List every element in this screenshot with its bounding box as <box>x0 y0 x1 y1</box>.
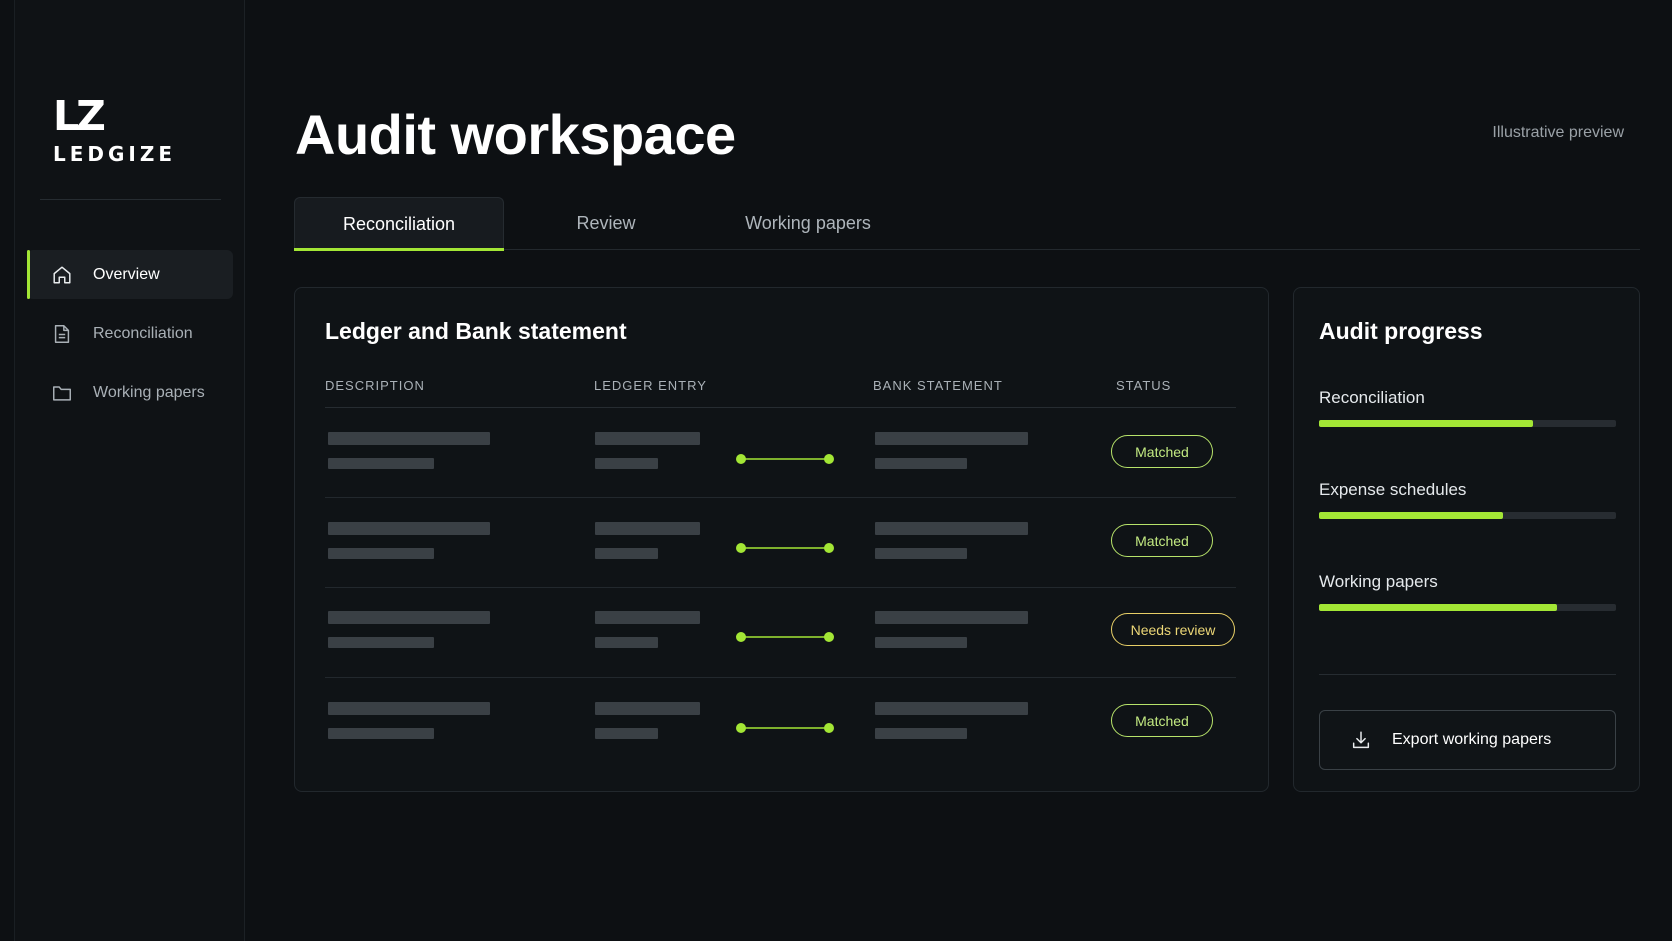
bank-statement-placeholder <box>875 548 967 559</box>
table-row[interactable]: Needs review <box>325 588 1236 678</box>
sidebar-nav: Overview Reconciliation Working papers <box>27 250 233 427</box>
match-link-icon <box>735 541 835 553</box>
progress-fill <box>1319 512 1504 519</box>
status-badge[interactable]: Needs review <box>1111 613 1235 646</box>
description-placeholder <box>328 432 490 445</box>
match-link-icon <box>735 452 835 464</box>
sidebar-item-overview[interactable]: Overview <box>27 250 233 299</box>
tab-review[interactable]: Review <box>504 197 708 250</box>
column-header-ledger-entry: LEDGER ENTRY <box>594 378 707 393</box>
ledger-entry-placeholder <box>595 637 658 648</box>
bank-statement-placeholder <box>875 522 1028 535</box>
match-link-icon <box>735 721 835 733</box>
bank-statement-placeholder <box>875 702 1028 715</box>
description-placeholder <box>328 611 490 624</box>
tab-working-papers[interactable]: Working papers <box>708 197 908 250</box>
logo-wordmark: LEDGIZE <box>53 142 177 166</box>
progress-fill <box>1319 420 1533 427</box>
sidebar-item-reconciliation[interactable]: Reconciliation <box>27 309 233 358</box>
ledger-entry-placeholder <box>595 522 700 535</box>
home-icon <box>51 264 73 286</box>
logo-mark: LZ <box>53 92 106 140</box>
audit-progress-card: Audit progress Reconciliation Expense sc… <box>1293 287 1640 792</box>
description-placeholder <box>328 458 434 469</box>
sidebar-item-label: Reconciliation <box>93 324 193 342</box>
column-header-status: STATUS <box>1116 378 1172 393</box>
bank-statement-placeholder <box>875 637 967 648</box>
progress-label: Working papers <box>1319 572 1438 591</box>
ledger-card: Ledger and Bank statement DESCRIPTION LE… <box>294 287 1269 792</box>
bank-statement-placeholder <box>875 458 967 469</box>
progress-divider <box>1319 674 1616 675</box>
progress-fill <box>1319 604 1557 611</box>
export-button-label: Export working papers <box>1392 731 1552 748</box>
description-placeholder <box>328 637 434 648</box>
progress-track <box>1319 604 1616 611</box>
description-placeholder <box>328 728 434 739</box>
ledger-entry-placeholder <box>595 728 658 739</box>
progress-track <box>1319 512 1616 519</box>
tab-bar: Reconciliation Review Working papers <box>294 197 1640 251</box>
logo: LZ LEDGIZE <box>53 92 177 166</box>
progress-label: Reconciliation <box>1319 388 1425 407</box>
ledger-entry-placeholder <box>595 548 658 559</box>
ledger-entry-placeholder <box>595 611 700 624</box>
sidebar-item-label: Working papers <box>93 383 205 401</box>
table-row[interactable]: Matched <box>325 408 1236 498</box>
ledger-entry-placeholder <box>595 702 700 715</box>
description-placeholder <box>328 702 490 715</box>
table-row[interactable]: Matched <box>325 678 1236 768</box>
table-row[interactable]: Matched <box>325 498 1236 588</box>
sidebar: LZ LEDGIZE Overview Reconciliation Worki… <box>14 0 245 941</box>
progress-item-reconciliation: Reconciliation <box>1319 388 1616 427</box>
status-badge[interactable]: Matched <box>1111 524 1213 557</box>
column-header-bank-statement: BANK STATEMENT <box>873 378 1003 393</box>
sidebar-item-working-papers[interactable]: Working papers <box>27 368 233 417</box>
audit-progress-title: Audit progress <box>1319 318 1483 344</box>
preview-note: Illustrative preview <box>1492 124 1624 141</box>
progress-label: Expense schedules <box>1319 480 1467 499</box>
ledger-card-title: Ledger and Bank statement <box>325 318 627 344</box>
download-icon <box>1350 729 1372 751</box>
progress-item-working-papers: Working papers <box>1319 572 1616 611</box>
bank-statement-placeholder <box>875 728 967 739</box>
description-placeholder <box>328 522 490 535</box>
tab-reconciliation[interactable]: Reconciliation <box>294 197 504 251</box>
sidebar-divider <box>40 199 221 200</box>
match-link-icon <box>735 630 835 642</box>
progress-track <box>1319 420 1616 427</box>
column-header-description: DESCRIPTION <box>325 378 425 393</box>
description-placeholder <box>328 548 434 559</box>
sidebar-item-label: Overview <box>93 265 160 283</box>
status-badge[interactable]: Matched <box>1111 435 1213 468</box>
bank-statement-placeholder <box>875 611 1028 624</box>
page-title: Audit workspace <box>295 103 736 166</box>
app-window: LZ LEDGIZE Overview Reconciliation Worki… <box>0 0 1672 941</box>
ledger-entry-placeholder <box>595 432 700 445</box>
bank-statement-placeholder <box>875 432 1028 445</box>
export-working-papers-button[interactable]: Export working papers <box>1319 710 1616 770</box>
document-icon <box>51 323 73 345</box>
folder-icon <box>51 382 73 404</box>
ledger-entry-placeholder <box>595 458 658 469</box>
progress-item-expense-schedules: Expense schedules <box>1319 480 1616 519</box>
status-badge[interactable]: Matched <box>1111 704 1213 737</box>
